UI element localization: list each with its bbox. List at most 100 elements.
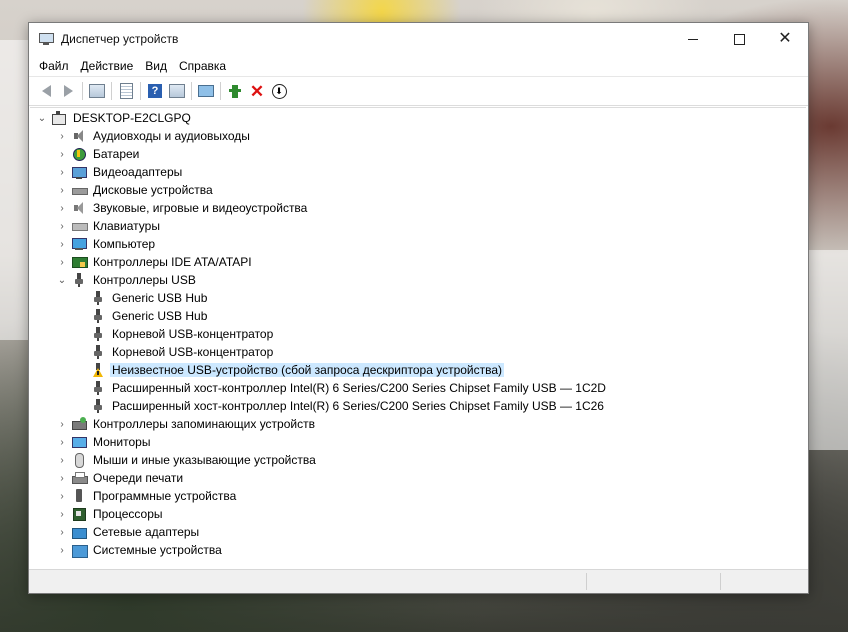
view-button[interactable]: [166, 81, 188, 101]
chevron-right-icon[interactable]: ›: [56, 473, 68, 484]
chevron-right-icon[interactable]: ›: [56, 149, 68, 160]
tree-item-usb-device[interactable]: Generic USB Hub: [87, 289, 209, 307]
view-icon: [169, 84, 185, 98]
chevron-right-icon[interactable]: ›: [56, 527, 68, 538]
doc-button[interactable]: [115, 81, 137, 101]
chevron-right-icon[interactable]: ›: [56, 257, 68, 268]
tree-item-ide[interactable]: › Контроллеры IDE ATA/ATAPI: [56, 253, 254, 271]
help-button[interactable]: ?: [144, 81, 166, 101]
maximize-icon: [733, 33, 745, 45]
network-adapter-icon: [72, 525, 87, 539]
tree-item-mice[interactable]: › Мыши и иные указывающие устройства: [56, 451, 318, 469]
forward-button[interactable]: [57, 81, 79, 101]
update-driver-button[interactable]: ⬇: [268, 81, 290, 101]
tree-item-batteries[interactable]: › Батареи: [56, 145, 141, 163]
back-button[interactable]: [35, 81, 57, 101]
tree-item-usb-device[interactable]: Generic USB Hub: [87, 307, 209, 325]
uninstall-button[interactable]: ✕: [246, 81, 268, 101]
tree-item-software-devices[interactable]: › Программные устройства: [56, 487, 238, 505]
chevron-right-icon[interactable]: ›: [56, 185, 68, 196]
close-button[interactable]: ✕: [762, 23, 808, 55]
chevron-down-icon[interactable]: ⌄: [36, 113, 48, 124]
tree-item-audio-io[interactable]: › Аудиовходы и аудиовыходы: [56, 127, 252, 145]
toolbar-separator: [111, 82, 112, 100]
chevron-right-icon[interactable]: ›: [56, 419, 68, 430]
add-driver-button[interactable]: [224, 81, 246, 101]
chevron-right-icon[interactable]: ›: [56, 131, 68, 142]
tree-item-monitors[interactable]: › Мониторы: [56, 433, 152, 451]
scan-hardware-button[interactable]: [195, 81, 217, 101]
chevron-right-icon[interactable]: ›: [56, 509, 68, 520]
usb-icon: [91, 327, 105, 341]
ide-controller-icon: [72, 255, 88, 269]
forward-icon: [63, 85, 73, 97]
tree-item-keyboards[interactable]: › Клавиатуры: [56, 217, 162, 235]
menu-bar: Файл Действие Вид Справка: [29, 55, 808, 77]
menu-help[interactable]: Справка: [173, 59, 232, 73]
tree-item-usb-device[interactable]: Корневой USB-концентратор: [87, 325, 275, 343]
usb-icon: [91, 291, 105, 305]
software-device-icon: [72, 489, 86, 503]
tree-item-system-devices[interactable]: › Системные устройства: [56, 541, 224, 559]
tree-item-video-adapters[interactable]: › Видеоадаптеры: [56, 163, 184, 181]
printer-icon: [72, 471, 88, 485]
usb-icon: [91, 399, 105, 413]
back-icon: [41, 85, 51, 97]
speaker-icon: [72, 129, 86, 143]
menu-file[interactable]: Файл: [33, 59, 75, 73]
properties-button[interactable]: [86, 81, 108, 101]
toolbar-separator: [140, 82, 141, 100]
close-icon: ✕: [778, 30, 792, 47]
warning-icon: [91, 363, 105, 377]
minimize-icon: [688, 38, 698, 40]
chevron-right-icon[interactable]: ›: [56, 437, 68, 448]
chevron-right-icon[interactable]: ›: [56, 203, 68, 214]
menu-view[interactable]: Вид: [139, 59, 173, 73]
tree-item-usb-device[interactable]: Корневой USB-концентратор: [87, 343, 275, 361]
help-icon: ?: [148, 84, 162, 98]
tree-item-storage-controllers[interactable]: › Контроллеры запоминающих устройств: [56, 415, 317, 433]
chevron-right-icon[interactable]: ›: [56, 545, 68, 556]
chevron-down-icon[interactable]: ⌄: [56, 275, 68, 286]
tree-item-processors[interactable]: › Процессоры: [56, 505, 165, 523]
minimize-button[interactable]: [670, 23, 716, 55]
toolbar: ? ✕ ⬇: [29, 77, 808, 106]
mouse-icon: [72, 453, 86, 468]
tree-item-computer[interactable]: › Компьютер: [56, 235, 157, 253]
monitor-icon: [198, 85, 214, 97]
status-divider: [586, 573, 587, 590]
device-manager-window: Диспетчер устройств ✕ Файл Действие Вид …: [28, 22, 809, 594]
menu-action[interactable]: Действие: [75, 59, 140, 73]
toolbar-separator: [82, 82, 83, 100]
tree-root[interactable]: ⌄ DESKTOP-E2CLGPQ: [36, 109, 193, 127]
usb-icon: [91, 309, 105, 323]
tree-item-usb-controllers[interactable]: ⌄ Контроллеры USB: [56, 271, 198, 289]
background-shape: [807, 250, 848, 450]
status-bar: [29, 569, 808, 593]
tree-item-disk-drives[interactable]: › Дисковые устройства: [56, 181, 215, 199]
tree-item-print-queues[interactable]: › Очереди печати: [56, 469, 185, 487]
title-bar[interactable]: Диспетчер устройств ✕: [29, 23, 808, 55]
window-title: Диспетчер устройств: [61, 32, 179, 46]
chevron-right-icon[interactable]: ›: [56, 221, 68, 232]
monitor-icon: [72, 435, 87, 449]
toolbar-separator: [220, 82, 221, 100]
usb-icon: [91, 381, 105, 395]
tree-item-sound[interactable]: › Звуковые, игровые и видеоустройства: [56, 199, 309, 217]
tree-item-usb-device[interactable]: Расширенный хост-контроллер Intel(R) 6 S…: [87, 397, 606, 415]
device-tree[interactable]: ⌄ DESKTOP-E2CLGPQ › Аудиовходы и аудиовы…: [30, 107, 806, 570]
chevron-right-icon[interactable]: ›: [56, 455, 68, 466]
chevron-right-icon[interactable]: ›: [56, 491, 68, 502]
tree-item-unknown-usb-device[interactable]: Неизвестное USB-устройство (сбой запроса…: [87, 361, 505, 379]
toolbar-separator: [191, 82, 192, 100]
update-driver-icon: ⬇: [271, 83, 287, 99]
chevron-right-icon[interactable]: ›: [56, 167, 68, 178]
maximize-button[interactable]: [716, 23, 762, 55]
tree-item-usb-device[interactable]: Расширенный хост-контроллер Intel(R) 6 S…: [87, 379, 608, 397]
display-adapter-icon: [72, 165, 87, 179]
usb-icon: [91, 345, 105, 359]
add-driver-icon: [229, 84, 241, 98]
background-shape: [0, 40, 28, 340]
tree-item-network-adapters[interactable]: › Сетевые адаптеры: [56, 523, 201, 541]
chevron-right-icon[interactable]: ›: [56, 239, 68, 250]
